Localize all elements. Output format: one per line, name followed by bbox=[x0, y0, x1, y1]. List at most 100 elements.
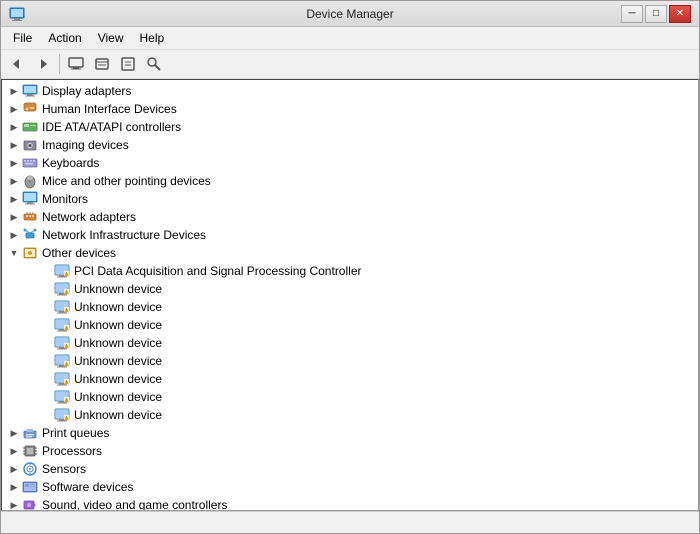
forward-button[interactable] bbox=[31, 52, 55, 76]
tree-item-unknown-6[interactable]: ! Unknown device bbox=[2, 370, 698, 388]
expand-arrow[interactable]: ▶ bbox=[6, 101, 22, 117]
tree-item-other-devices[interactable]: ▼Other devices bbox=[2, 244, 698, 262]
tree-item-processors[interactable]: ▶Processors bbox=[2, 442, 698, 460]
tree-item-sound-video[interactable]: ▶Sound, video and game controllers bbox=[2, 496, 698, 511]
software-devices-icon bbox=[22, 479, 38, 495]
tree-item-unknown-8[interactable]: ! Unknown device bbox=[2, 406, 698, 424]
view-resources-button[interactable] bbox=[90, 52, 114, 76]
tree-item-human-interface[interactable]: ▶ Human Interface Devices bbox=[2, 100, 698, 118]
expand-arrow[interactable]: ▶ bbox=[6, 461, 22, 477]
title-bar: Device Manager ─ □ ✕ bbox=[1, 1, 699, 27]
tree-item-label: Unknown device bbox=[74, 300, 162, 314]
tree-item-label: Mice and other pointing devices bbox=[42, 174, 211, 188]
close-button[interactable]: ✕ bbox=[669, 5, 691, 23]
title-bar-buttons: ─ □ ✕ bbox=[621, 5, 691, 23]
unknown-2-icon: ! bbox=[54, 299, 70, 315]
tree-item-keyboards[interactable]: ▶ Keyboards bbox=[2, 154, 698, 172]
pci-data-icon: ! bbox=[54, 263, 70, 279]
expand-arrow[interactable]: ▶ bbox=[6, 425, 22, 441]
mice-icon bbox=[22, 173, 38, 189]
tree-item-label: Sensors bbox=[42, 462, 86, 476]
tree-item-label: Unknown device bbox=[74, 372, 162, 386]
tree-item-unknown-5[interactable]: ! Unknown device bbox=[2, 352, 698, 370]
expand-arrow[interactable]: ▶ bbox=[6, 83, 22, 99]
svg-text:!: ! bbox=[66, 363, 67, 367]
menu-file[interactable]: File bbox=[5, 29, 40, 47]
human-interface-icon bbox=[22, 101, 38, 117]
processors-icon bbox=[22, 443, 38, 459]
tree-item-display-adapters[interactable]: ▶ Display adapters bbox=[2, 82, 698, 100]
tree-item-unknown-1[interactable]: ! Unknown device bbox=[2, 280, 698, 298]
svg-text:!: ! bbox=[66, 309, 67, 313]
tree-item-label: Unknown device bbox=[74, 282, 162, 296]
expand-arrow[interactable]: ▶ bbox=[6, 227, 22, 243]
tree-item-sensors[interactable]: ▶ Sensors bbox=[2, 460, 698, 478]
tree-item-unknown-7[interactable]: ! Unknown device bbox=[2, 388, 698, 406]
unknown-1-icon: ! bbox=[54, 281, 70, 297]
expand-arrow[interactable]: ▶ bbox=[6, 173, 22, 189]
menu-action[interactable]: Action bbox=[40, 29, 89, 47]
tree-item-unknown-3[interactable]: ! Unknown device bbox=[2, 316, 698, 334]
tree-item-label: Display adapters bbox=[42, 84, 131, 98]
svg-text:!: ! bbox=[66, 417, 67, 421]
tree-item-label: Monitors bbox=[42, 192, 88, 206]
expand-arrow[interactable]: ▶ bbox=[6, 497, 22, 511]
tree-item-software-devices[interactable]: ▶ Software devices bbox=[2, 478, 698, 496]
tree-item-monitors[interactable]: ▶ Monitors bbox=[2, 190, 698, 208]
tree-item-label: IDE ATA/ATAPI controllers bbox=[42, 120, 181, 134]
expand-arrow[interactable]: ▶ bbox=[6, 137, 22, 153]
tree-item-print-queues[interactable]: ▶ Print queues bbox=[2, 424, 698, 442]
no-expand bbox=[38, 335, 54, 351]
tree-item-label: PCI Data Acquisition and Signal Processi… bbox=[74, 264, 361, 278]
menu-bar: File Action View Help bbox=[1, 27, 699, 50]
other-devices-icon bbox=[22, 245, 38, 261]
device-manager-window: Device Manager ─ □ ✕ File Action View He… bbox=[0, 0, 700, 534]
tree-item-network-infra[interactable]: ▶ Network Infrastructure Devices bbox=[2, 226, 698, 244]
tree-item-unknown-2[interactable]: ! Unknown device bbox=[2, 298, 698, 316]
tree-item-label: Human Interface Devices bbox=[42, 102, 177, 116]
expand-arrow[interactable]: ▶ bbox=[6, 443, 22, 459]
view-computer-button[interactable] bbox=[64, 52, 88, 76]
minimize-button[interactable]: ─ bbox=[621, 5, 643, 23]
svg-text:!: ! bbox=[66, 345, 67, 349]
tree-item-unknown-4[interactable]: ! Unknown device bbox=[2, 334, 698, 352]
tree-item-label: Print queues bbox=[42, 426, 109, 440]
sound-video-icon bbox=[22, 497, 38, 511]
tree-item-label: Software devices bbox=[42, 480, 133, 494]
tree-item-ide-atapi[interactable]: ▶ IDE ATA/ATAPI controllers bbox=[2, 118, 698, 136]
svg-text:!: ! bbox=[66, 327, 67, 331]
view-properties-button[interactable] bbox=[116, 52, 140, 76]
unknown-4-icon: ! bbox=[54, 335, 70, 351]
expand-arrow[interactable]: ▶ bbox=[6, 209, 22, 225]
maximize-button[interactable]: □ bbox=[645, 5, 667, 23]
keyboards-icon bbox=[22, 155, 38, 171]
no-expand bbox=[38, 281, 54, 297]
tree-item-label: Imaging devices bbox=[42, 138, 129, 152]
device-tree[interactable]: ▶ Display adapters ▶ Human Interface Device… bbox=[1, 79, 699, 511]
tree-item-label: Keyboards bbox=[42, 156, 99, 170]
no-expand bbox=[38, 407, 54, 423]
expand-arrow[interactable]: ▼ bbox=[6, 245, 22, 261]
tree-item-network-adapters[interactable]: ▶ Network adapters bbox=[2, 208, 698, 226]
tree-item-label: Unknown device bbox=[74, 354, 162, 368]
sensors-icon bbox=[22, 461, 38, 477]
tree-item-pci-data[interactable]: ! PCI Data Acquisition and Signal Proces… bbox=[2, 262, 698, 280]
expand-arrow[interactable]: ▶ bbox=[6, 155, 22, 171]
tree-item-imaging[interactable]: ▶ Imaging devices bbox=[2, 136, 698, 154]
tree-item-label: Network adapters bbox=[42, 210, 136, 224]
search-button[interactable] bbox=[142, 52, 166, 76]
status-bar bbox=[1, 511, 699, 533]
window-title: Device Manager bbox=[306, 7, 393, 21]
expand-arrow[interactable]: ▶ bbox=[6, 119, 22, 135]
tree-item-mice[interactable]: ▶ Mice and other pointing devices bbox=[2, 172, 698, 190]
expand-arrow[interactable]: ▶ bbox=[6, 479, 22, 495]
expand-arrow[interactable]: ▶ bbox=[6, 191, 22, 207]
menu-help[interactable]: Help bbox=[132, 29, 173, 47]
svg-text:!: ! bbox=[66, 399, 67, 403]
tree-item-label: Network Infrastructure Devices bbox=[42, 228, 206, 242]
no-expand bbox=[38, 371, 54, 387]
back-button[interactable] bbox=[5, 52, 29, 76]
tree-item-label: Unknown device bbox=[74, 390, 162, 404]
no-expand bbox=[38, 389, 54, 405]
menu-view[interactable]: View bbox=[90, 29, 132, 47]
